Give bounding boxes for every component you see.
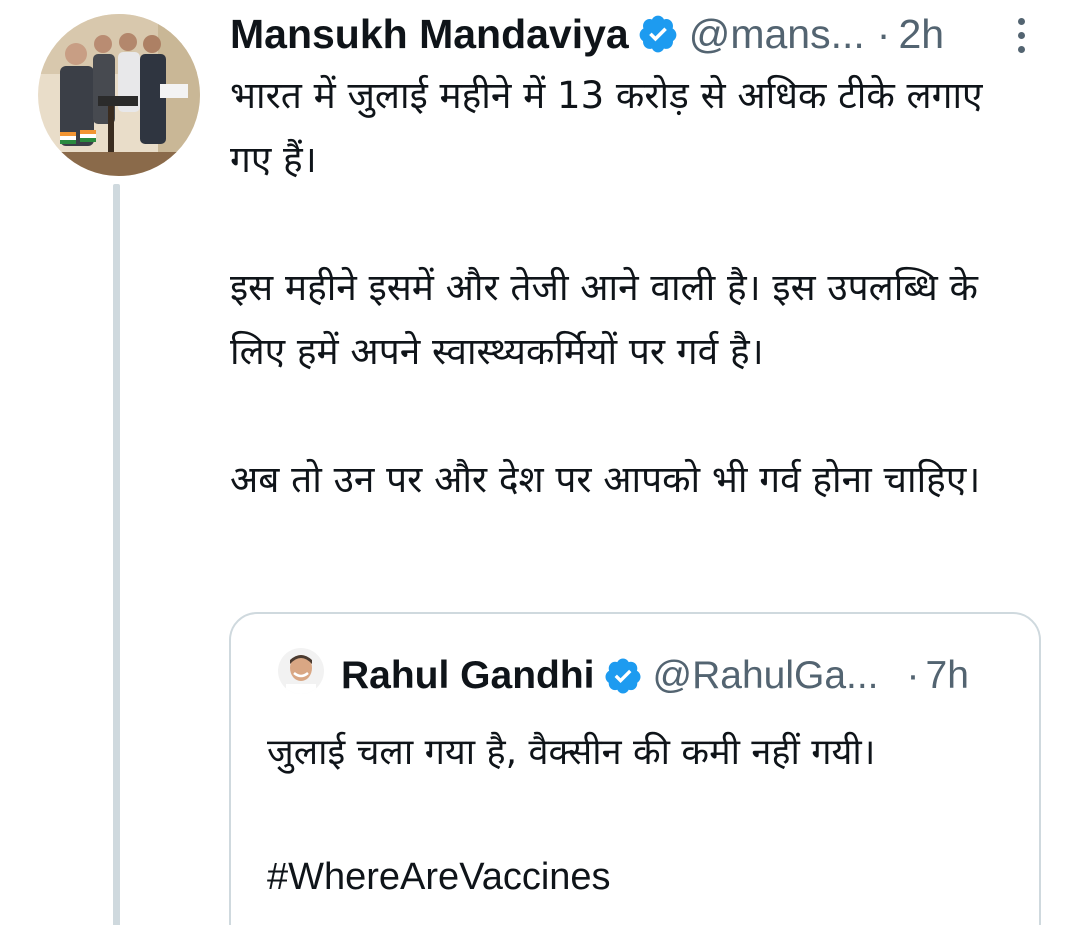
more-options-button[interactable] — [1006, 10, 1036, 60]
separator-dot: · — [876, 10, 891, 57]
quoted-author-handle[interactable]: @RahulGa... — [653, 654, 879, 698]
verified-badge-icon — [605, 658, 640, 694]
tweet-paragraph: भारत में जुलाई महीने में 13 करोड़ से अधि… — [230, 74, 983, 181]
quoted-tweet-header: Rahul Gandhi @RahulGa... · 7h — [341, 648, 969, 704]
quoted-tweet-paragraph: जुलाई चला गया है, वैक्सीन की कमी नहीं गय… — [267, 732, 876, 773]
tweet-text: भारत में जुलाई महीने में 13 करोड़ से अधि… — [230, 64, 1030, 512]
separator-dot: · — [906, 654, 920, 697]
tweet-paragraph: इस महीने इसमें और तेजी आने वाली है। इस उ… — [230, 266, 978, 373]
author-handle[interactable]: @mans... — [689, 11, 865, 58]
quoted-author-avatar-photo — [278, 648, 324, 694]
verified-badge-icon — [639, 15, 677, 53]
more-dot — [1017, 45, 1025, 53]
tweet-header: Mansukh Mandaviya @mans... · 2h — [230, 6, 944, 62]
author-name[interactable]: Mansukh Mandaviya — [230, 11, 629, 58]
author-avatar-photo — [38, 14, 200, 176]
quoted-tweet-text: जुलाई चला गया है, वैक्सीन की कमी नहीं गय… — [267, 722, 1027, 908]
quoted-tweet-timestamp[interactable]: 7h — [926, 654, 969, 698]
hashtag-link[interactable]: #WhereAreVaccines — [267, 846, 1027, 908]
thread-connector-line — [113, 184, 120, 925]
more-dot — [1017, 31, 1025, 39]
quoted-tweet-card[interactable]: Rahul Gandhi @RahulGa... · 7h जुलाई चला … — [229, 612, 1041, 925]
quoted-author-name[interactable]: Rahul Gandhi — [341, 654, 595, 698]
more-vertical-icon — [1017, 17, 1025, 25]
tweet-timestamp[interactable]: 2h — [898, 11, 944, 58]
author-avatar[interactable] — [38, 14, 200, 176]
quoted-author-avatar[interactable] — [278, 648, 324, 694]
tweet-paragraph: अब तो उन पर और देश पर आपको भी गर्व होना … — [230, 458, 981, 501]
